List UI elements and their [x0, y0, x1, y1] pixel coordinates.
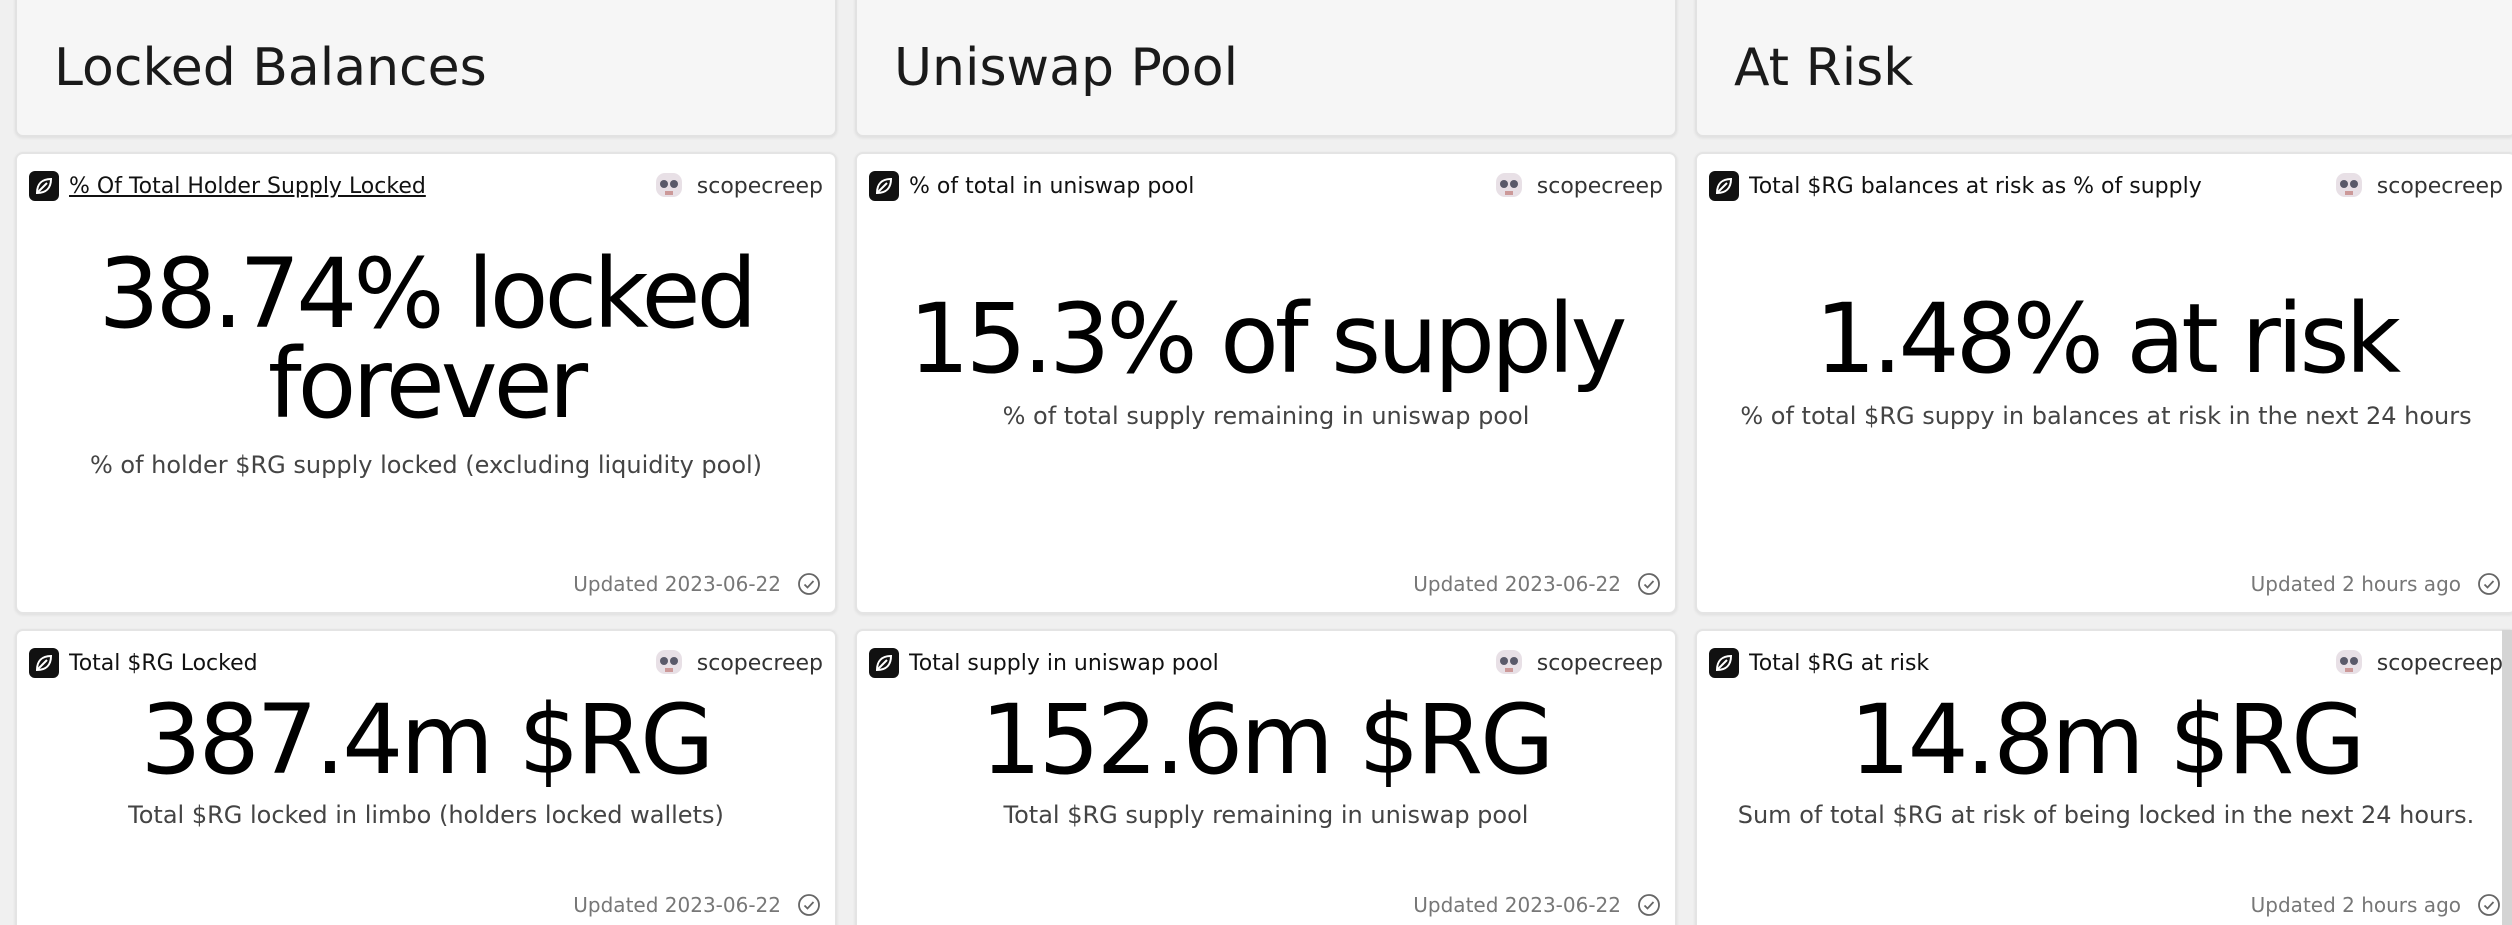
skull-avatar-icon — [2335, 650, 2362, 674]
skull-avatar-icon — [1495, 173, 1522, 197]
check-circle-icon — [1638, 894, 1660, 916]
check-circle-icon — [2478, 894, 2500, 916]
leaf-logo-icon — [29, 648, 59, 678]
check-circle-icon — [798, 573, 820, 595]
card-footer: Updated 2023-06-22 — [573, 893, 821, 917]
updated-timestamp: Updated 2023-06-22 — [1413, 572, 1621, 596]
check-circle-icon — [798, 894, 820, 916]
updated-timestamp: Updated 2 hours ago — [2250, 572, 2461, 596]
updated-timestamp: Updated 2 hours ago — [2250, 893, 2461, 917]
skull-avatar-icon — [655, 173, 682, 197]
metric-card-pct-in-uniswap-pool[interactable]: % of total in uniswap pool scopecreep 15… — [855, 152, 1677, 614]
metric-card-total-rg-at-risk[interactable]: Total $RG at risk scopecreep 14.8m $RG S… — [1695, 629, 2512, 925]
metric-description: % of holder $RG supply locked (excluding… — [89, 451, 763, 479]
owner-name: scopecreep — [696, 650, 823, 676]
section-title: Locked Balances — [54, 38, 487, 98]
owner-name: scopecreep — [1536, 173, 1663, 199]
skull-avatar-icon — [655, 650, 682, 674]
card-title[interactable]: Total $RG Locked — [69, 651, 641, 676]
metric-description: Total $RG supply remaining in uniswap po… — [1003, 801, 1529, 829]
metric-value: 15.3% of supply — [908, 283, 1628, 395]
metric-description: Total $RG locked in limbo (holders locke… — [128, 801, 724, 829]
owner[interactable]: scopecreep — [2333, 170, 2503, 202]
card-title[interactable]: % of total in uniswap pool — [909, 174, 1481, 199]
metric-body: 15.3% of supply % of total supply remain… — [877, 283, 1655, 430]
card-title[interactable]: Total supply in uniswap pool — [909, 651, 1481, 676]
metric-card-holder-supply-locked[interactable]: % Of Total Holder Supply Locked scopecre… — [15, 152, 837, 614]
card-title[interactable]: Total $RG at risk — [1749, 651, 2321, 676]
metric-body: 38.74% locked forever % of holder $RG su… — [37, 238, 815, 479]
skull-avatar-icon — [2335, 173, 2362, 197]
card-footer: Updated 2023-06-22 — [573, 572, 821, 596]
skull-avatar-icon — [1495, 650, 1522, 674]
card-footer: Updated 2023-06-22 — [1413, 893, 1661, 917]
card-header: Total supply in uniswap pool scopecreep — [869, 645, 1663, 681]
owner-name: scopecreep — [2376, 173, 2503, 199]
metric-body: 152.6m $RG Total $RG supply remaining in… — [877, 684, 1655, 829]
owner[interactable]: scopecreep — [2333, 647, 2503, 679]
section-title: Uniswap Pool — [894, 38, 1239, 98]
section-header: Locked Balances — [15, 0, 837, 137]
check-circle-icon — [1638, 573, 1660, 595]
updated-timestamp: Updated 2023-06-22 — [573, 893, 781, 917]
metric-value-line2: forever — [267, 328, 588, 440]
card-header: Total $RG at risk scopecreep — [1709, 645, 2503, 681]
metric-value: 152.6m $RG — [980, 684, 1554, 796]
metric-value: 387.4m $RG — [140, 684, 714, 796]
section-header: At Risk — [1695, 0, 2512, 137]
metric-value: 1.48% at risk — [1814, 283, 2401, 395]
metric-value: 38.74% locked — [98, 238, 758, 350]
updated-timestamp: Updated 2023-06-22 — [573, 572, 781, 596]
section-title: At Risk — [1734, 38, 1914, 98]
metric-description: % of total $RG suppy in balances at risk… — [1740, 402, 2472, 430]
vertical-scrollbar[interactable] — [2502, 630, 2512, 925]
metric-body: 1.48% at risk % of total $RG suppy in ba… — [1717, 283, 2495, 430]
card-header: Total $RG balances at risk as % of suppl… — [1709, 168, 2503, 204]
owner-name: scopecreep — [2376, 650, 2503, 676]
owner-name: scopecreep — [1536, 650, 1663, 676]
metric-body: 14.8m $RG Sum of total $RG at risk of be… — [1717, 684, 2495, 829]
card-footer: Updated 2 hours ago — [2251, 572, 2501, 596]
check-circle-icon — [2478, 573, 2500, 595]
owner-name: scopecreep — [696, 173, 823, 199]
metric-description: Sum of total $RG at risk of being locked… — [1737, 801, 2475, 829]
leaf-logo-icon — [1709, 171, 1739, 201]
card-title-link[interactable]: % Of Total Holder Supply Locked — [69, 174, 641, 199]
card-footer: Updated 2 hours ago — [2251, 893, 2501, 917]
updated-timestamp: Updated 2023-06-22 — [1413, 893, 1621, 917]
leaf-logo-icon — [1709, 648, 1739, 678]
card-title[interactable]: Total $RG balances at risk as % of suppl… — [1749, 174, 2321, 199]
card-header: Total $RG Locked scopecreep — [29, 645, 823, 681]
owner[interactable]: scopecreep — [653, 170, 823, 202]
dashboard: Locked Balances % Of Total Holder Supply… — [0, 0, 2512, 925]
card-header: % Of Total Holder Supply Locked scopecre… — [29, 168, 823, 204]
owner[interactable]: scopecreep — [1493, 647, 1663, 679]
owner[interactable]: scopecreep — [1493, 170, 1663, 202]
owner[interactable]: scopecreep — [653, 647, 823, 679]
section-header: Uniswap Pool — [855, 0, 1677, 137]
card-footer: Updated 2023-06-22 — [1413, 572, 1661, 596]
leaf-logo-icon — [869, 648, 899, 678]
metric-card-total-supply-in-uniswap-pool[interactable]: Total supply in uniswap pool scopecreep … — [855, 629, 1677, 925]
leaf-logo-icon — [29, 171, 59, 201]
metric-value: 14.8m $RG — [1849, 684, 2366, 796]
metric-card-total-rg-locked[interactable]: Total $RG Locked scopecreep 387.4m $RG T… — [15, 629, 837, 925]
card-header: % of total in uniswap pool scopecreep — [869, 168, 1663, 204]
metric-body: 387.4m $RG Total $RG locked in limbo (ho… — [37, 684, 815, 829]
metric-card-pct-balances-at-risk[interactable]: Total $RG balances at risk as % of suppl… — [1695, 152, 2512, 614]
leaf-logo-icon — [869, 171, 899, 201]
metric-description: % of total supply remaining in uniswap p… — [1002, 402, 1530, 430]
